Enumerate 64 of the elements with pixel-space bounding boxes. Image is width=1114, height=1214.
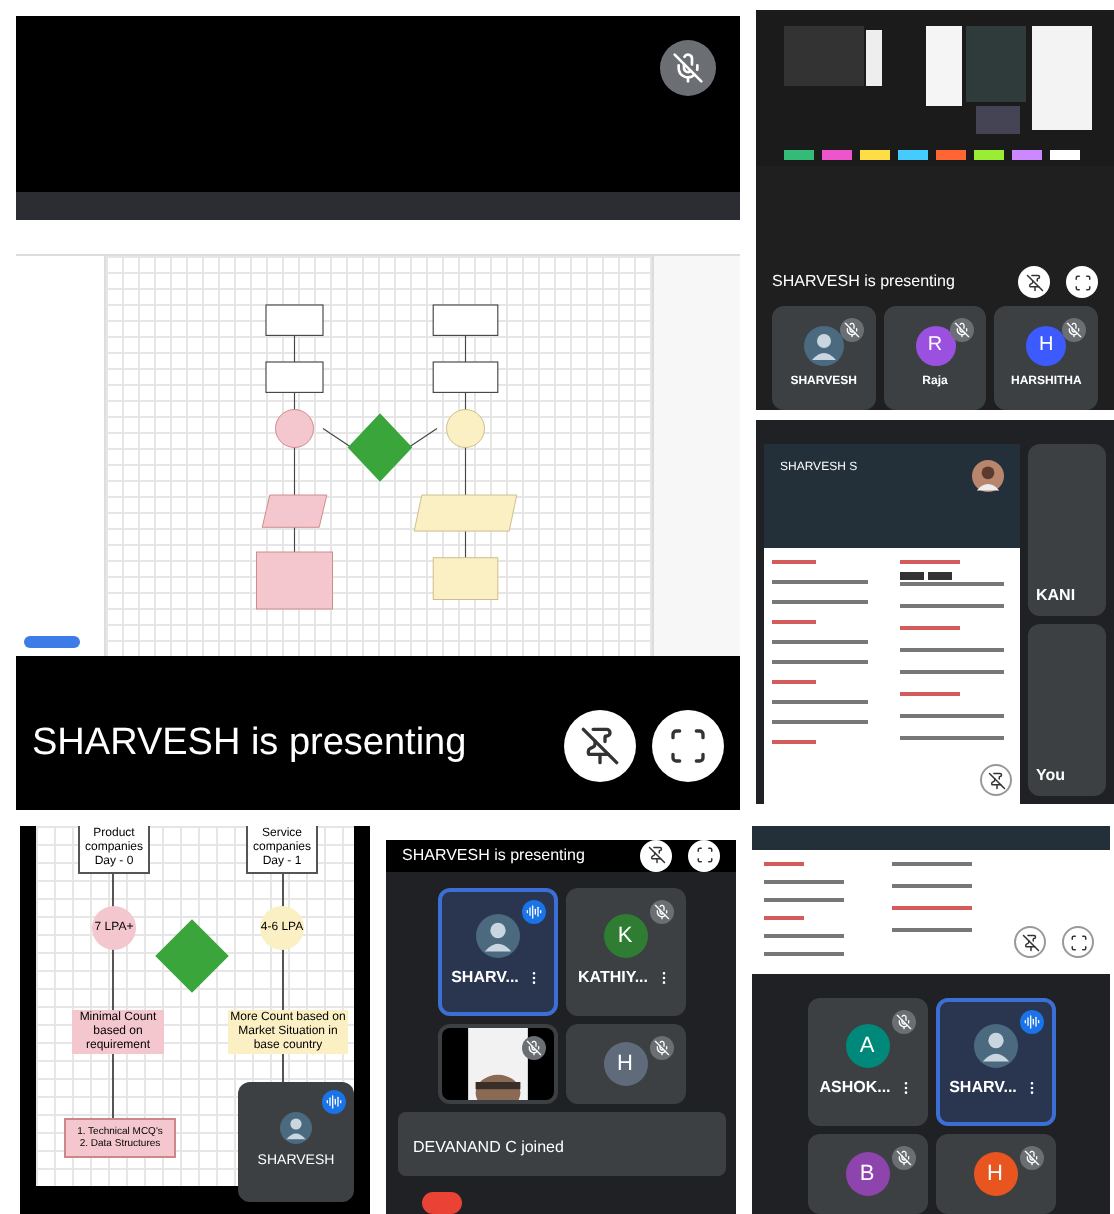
unpin-button[interactable] <box>1014 926 1046 958</box>
muted-icon <box>649 1035 673 1060</box>
avatar-icon <box>973 1024 1017 1068</box>
participant-tile[interactable]: You <box>1028 624 1106 796</box>
more-shapes-button[interactable] <box>24 636 80 648</box>
participant-name: ASHOK... <box>819 1076 891 1100</box>
participant-tile[interactable]: KANI <box>1028 444 1106 616</box>
muted-icon <box>839 318 864 342</box>
avatar-initial: H <box>973 1152 1017 1196</box>
avatar-initial: H <box>603 1041 647 1086</box>
unpin-button[interactable] <box>640 839 672 872</box>
fullscreen-icon <box>1069 933 1087 951</box>
participant-tile[interactable]: K KATHIY... <box>565 887 685 1016</box>
avatar-icon <box>972 460 1004 492</box>
participant-name: KANI <box>1036 584 1076 608</box>
muted-icon <box>649 899 673 924</box>
participant-tile[interactable]: H <box>935 1134 1055 1214</box>
pin-off-icon <box>1025 273 1043 291</box>
pin-off-icon <box>1021 933 1039 951</box>
muted-icon <box>1019 1146 1043 1170</box>
participant-tile[interactable]: A ASHOK... <box>807 998 927 1126</box>
participant-name: You <box>1036 764 1066 788</box>
avatar-icon <box>475 913 519 958</box>
end-call-button[interactable] <box>421 1191 461 1214</box>
participant-tile[interactable]: SHARV... <box>437 887 557 1016</box>
fullscreen-button[interactable] <box>1062 926 1094 958</box>
muted-icon <box>660 40 716 96</box>
muted-icon <box>1062 318 1087 342</box>
avatar-initial: K <box>603 913 647 958</box>
participant-tile[interactable]: H <box>565 1023 685 1104</box>
muted-icon <box>950 318 975 342</box>
participant-tile[interactable] <box>437 1023 557 1104</box>
fullscreen-icon <box>1073 273 1091 291</box>
fullscreen-icon <box>695 846 713 865</box>
fullscreen-icon <box>668 725 708 765</box>
pin-off-icon <box>647 846 665 865</box>
muted-icon <box>891 1146 915 1170</box>
participant-name: SHARV... <box>451 965 519 990</box>
fullscreen-button[interactable] <box>652 709 724 781</box>
unpin-button[interactable] <box>980 764 1012 796</box>
toast-text: DEVANAND C joined <box>413 1137 564 1156</box>
fullscreen-button[interactable] <box>688 839 720 872</box>
presenting-caption: SHARVESH is presenting <box>32 720 467 769</box>
unpin-button[interactable] <box>564 709 636 781</box>
speaking-icon <box>1019 1010 1043 1034</box>
participant-tile[interactable]: B <box>807 1134 927 1214</box>
unpin-button[interactable] <box>1018 266 1050 298</box>
presenting-caption: SHARVESH is presenting <box>772 270 955 294</box>
muted-icon <box>891 1010 915 1034</box>
avatar-initial: R <box>915 325 955 365</box>
pin-off-icon <box>580 725 620 765</box>
participant-name: KATHIY... <box>578 965 648 990</box>
avatar-initial: A <box>845 1024 889 1068</box>
speaking-icon <box>322 1090 346 1114</box>
participant-name: SHARV... <box>949 1076 1017 1100</box>
participant-tile[interactable]: SHARV... <box>935 998 1055 1126</box>
avatar-icon <box>280 1111 312 1144</box>
pin-off-icon <box>987 771 1005 789</box>
fullscreen-button[interactable] <box>1066 266 1098 298</box>
presenting-caption: SHARVESH is presenting <box>402 843 585 868</box>
speaking-icon <box>521 899 545 924</box>
avatar-initial: H <box>1026 325 1067 365</box>
avatar-initial: B <box>845 1152 889 1196</box>
avatar-icon <box>803 325 844 365</box>
